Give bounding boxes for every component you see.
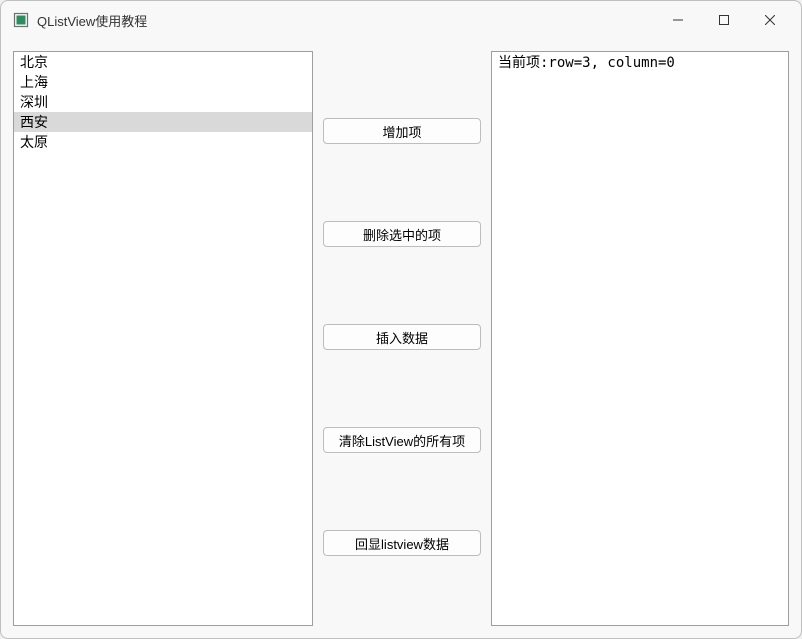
minimize-button[interactable]	[655, 5, 701, 35]
output-textpane[interactable]: 当前项:row=3, column=0	[491, 51, 789, 626]
close-button[interactable]	[747, 5, 793, 35]
app-window: QListView使用教程 北京上海深圳西安太原 增加项 删除选中的项 插入数据…	[0, 0, 802, 639]
titlebar: QListView使用教程	[1, 1, 801, 39]
maximize-button[interactable]	[701, 5, 747, 35]
list-item[interactable]: 西安	[14, 112, 312, 132]
list-item[interactable]: 上海	[14, 72, 312, 92]
city-listview[interactable]: 北京上海深圳西安太原	[13, 51, 313, 626]
list-item[interactable]: 北京	[14, 52, 312, 72]
add-item-button[interactable]: 增加项	[323, 118, 481, 144]
window-title: QListView使用教程	[37, 11, 147, 30]
clear-all-button[interactable]: 清除ListView的所有项	[323, 427, 481, 453]
delete-selected-button[interactable]: 删除选中的项	[323, 221, 481, 247]
list-item[interactable]: 太原	[14, 132, 312, 152]
list-item[interactable]: 深圳	[14, 92, 312, 112]
app-icon	[13, 12, 29, 28]
button-column: 增加项 删除选中的项 插入数据 清除ListView的所有项 回显listvie…	[323, 51, 481, 626]
echo-listview-button[interactable]: 回显listview数据	[323, 530, 481, 556]
client-area: 北京上海深圳西安太原 增加项 删除选中的项 插入数据 清除ListView的所有…	[1, 39, 801, 638]
insert-data-button[interactable]: 插入数据	[323, 324, 481, 350]
